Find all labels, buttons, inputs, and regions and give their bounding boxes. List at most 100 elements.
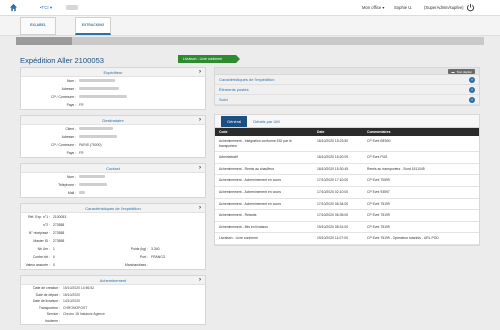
field-label: Mail : [67, 191, 76, 195]
expediteur-header[interactable]: Expéditeur › [21, 68, 205, 77]
tab-details-um[interactable]: Détails par UM [247, 116, 285, 127]
accordion-row-suivi[interactable]: Suivi ˄ [215, 95, 479, 105]
tab-general[interactable]: Général [221, 116, 248, 127]
cell-code: Acheminement - Acheminement en cours [215, 174, 313, 187]
field-value-redacted [79, 126, 113, 131]
field-value: 15/10/2020 14:56:52 [63, 286, 95, 291]
blurred-menu-item[interactable] [66, 5, 78, 10]
field-label: Incoterm : [44, 318, 60, 323]
field-label: Date de création : [33, 286, 60, 291]
column-header-comments: Commentaires [367, 130, 391, 134]
field-value: 273558 [53, 223, 65, 227]
chevron-right-icon[interactable]: › [199, 276, 201, 285]
field-row: Client : [21, 125, 205, 133]
field-value-redacted [79, 174, 105, 179]
tracking-panel: Général Détails par UM Code Date Comment… [214, 114, 480, 246]
destinataire-header[interactable]: Destinataire › [21, 116, 205, 125]
field-label: Master ID : [33, 239, 50, 243]
tout-deplier-button[interactable]: ▬ Tout déplier [448, 69, 475, 74]
chevron-up-icon[interactable]: ˄ [469, 97, 475, 103]
field-value: 14/10/2020 [63, 299, 80, 304]
cell-code: Acheminement - Acheminement en cours [215, 198, 313, 211]
table-row: Acheminement - Retards 17/10/2020 06:35:0… [215, 209, 479, 222]
cell-code: Livraison - Livré conforme [215, 232, 313, 245]
field-label: Service : [46, 312, 60, 317]
accordion-row-caracteristiques[interactable]: Caractéristiques de l'expédition ˄ [215, 75, 479, 85]
expediteur-card: Expéditeur › Nom : Adresse : CP / Commune… [20, 67, 206, 110]
field-label: Contre-rbt : [32, 255, 50, 259]
top-bar: •TCI ▾ Mon office ▾ Sophie U. (SuperAdmi… [0, 0, 500, 16]
table-row: Acheminement - Intégration conforme EDI … [215, 136, 479, 153]
tracking-table: Code Date Commentaires Acheminement - In… [215, 128, 479, 245]
accordion-row-label: Suivi [219, 97, 228, 102]
field-label: Adresse : [61, 135, 76, 139]
field-label: CP / Commune : [51, 95, 76, 99]
table-row: Acheminement - Remis au chauffeur 16/10/2… [215, 163, 479, 176]
cell-comment: CP Evnt 75199 [363, 221, 479, 234]
field-label: Valeur assurée : [25, 263, 50, 267]
field-label: Adresse : [61, 87, 76, 91]
chevron-right-icon[interactable]: › [199, 164, 201, 173]
extracking-tab[interactable]: EXTRACKING [75, 17, 111, 35]
table-row: Acheminement - Acheminement en cours 17/1… [215, 186, 479, 199]
field-label: Pays : [66, 103, 76, 107]
field-row: Pays : FR [21, 149, 205, 157]
field-label: N° récépissé : [28, 231, 50, 235]
caracteristiques-header[interactable]: Caractéristiques de l'expédition › [21, 204, 205, 213]
cell-comment: CP Evnt PUS [363, 151, 479, 164]
table-row: Administratif 16/10/2020 15:20:09 CP Evnt … [215, 151, 479, 164]
caracteristiques-card: Caractéristiques de l'expédition › Réf. E… [20, 203, 206, 270]
cell-code: Acheminement - Retards [215, 209, 313, 222]
left-column: Expéditeur › Nom : Adresse : CP / Commune… [20, 67, 206, 330]
user-role: (SuperAdmin/supfee) [424, 5, 464, 10]
caracteristiques-title: Caractéristiques de l'expédition [85, 205, 141, 211]
field-value-redacted [79, 78, 115, 83]
exlabel-logo: EXLABEL [30, 23, 46, 28]
exlabel-tab[interactable]: EXLABEL [20, 17, 56, 35]
cell-date: 17/10/2020 17:10:00 [313, 174, 363, 187]
field-value: 1 [53, 247, 55, 251]
cell-code: Acheminement - Intégration conforme EDI … [215, 136, 313, 153]
field-value: 2100053 [53, 215, 67, 219]
chevron-up-icon[interactable]: ˄ [469, 87, 475, 93]
cell-comment: CP Evnt 75199 [363, 209, 479, 222]
field-value [79, 86, 205, 91]
table-row: Livraison - Livré conforme 19/10/2020 11:… [215, 232, 479, 245]
power-icon[interactable] [466, 3, 475, 12]
search-bar-fill [16, 37, 73, 45]
cell-comment: Remis au transporteur - Bord 1511045 [363, 163, 479, 176]
field-label: Date de départ : [35, 292, 60, 297]
chevron-up-icon[interactable]: ˄ [469, 77, 475, 83]
field-label: Port : [139, 255, 148, 259]
acheminement-header[interactable]: Acheminement › [21, 276, 205, 285]
field-value-redacted [79, 190, 85, 195]
contact-card: Contact › Nom : Téléphone : Mail : [20, 163, 206, 198]
field-label: Pays : [66, 151, 76, 155]
acheminement-card: Acheminement › Date de création :15/10/20… [20, 275, 206, 325]
field-value: 0 [53, 263, 55, 267]
contact-header[interactable]: Contact › [21, 164, 205, 173]
table-row: Acheminement - Acheminement en cours 17/1… [215, 198, 479, 211]
cell-comment: CP Evnt 93597 [363, 186, 479, 199]
page-title: Expédition Aller 2100053 [20, 56, 105, 65]
field-value: Chrono 18 Instance Agence [63, 312, 105, 317]
search-bar[interactable] [16, 37, 484, 45]
field-value: 273558 [53, 239, 65, 243]
cell-date: 17/10/2020 06:35:00 [313, 209, 363, 222]
chevron-right-icon[interactable]: › [199, 68, 201, 77]
field-row: Master ID :273558 [21, 237, 205, 245]
field-value [79, 134, 205, 139]
column-header-code: Code [219, 130, 228, 134]
destinataire-card: Destinataire › Client : Adresse : CP / Co… [20, 115, 206, 158]
chevron-right-icon[interactable]: › [199, 204, 201, 213]
accordion-row-elements[interactable]: Éléments postés ˄ [215, 85, 479, 95]
field-label: Nom : [66, 79, 76, 83]
field-label: Client : [65, 127, 76, 131]
app-menu[interactable]: •TCI ▾ [40, 5, 52, 11]
accordion-header: ▬ Tout déplier [215, 68, 479, 75]
mon-office-menu[interactable]: Mon office ▾ [362, 5, 385, 10]
chevron-right-icon[interactable]: › [199, 116, 201, 125]
user-name: Sophie U. [394, 5, 413, 10]
home-icon[interactable] [9, 3, 18, 12]
field-value: FR [79, 103, 84, 107]
